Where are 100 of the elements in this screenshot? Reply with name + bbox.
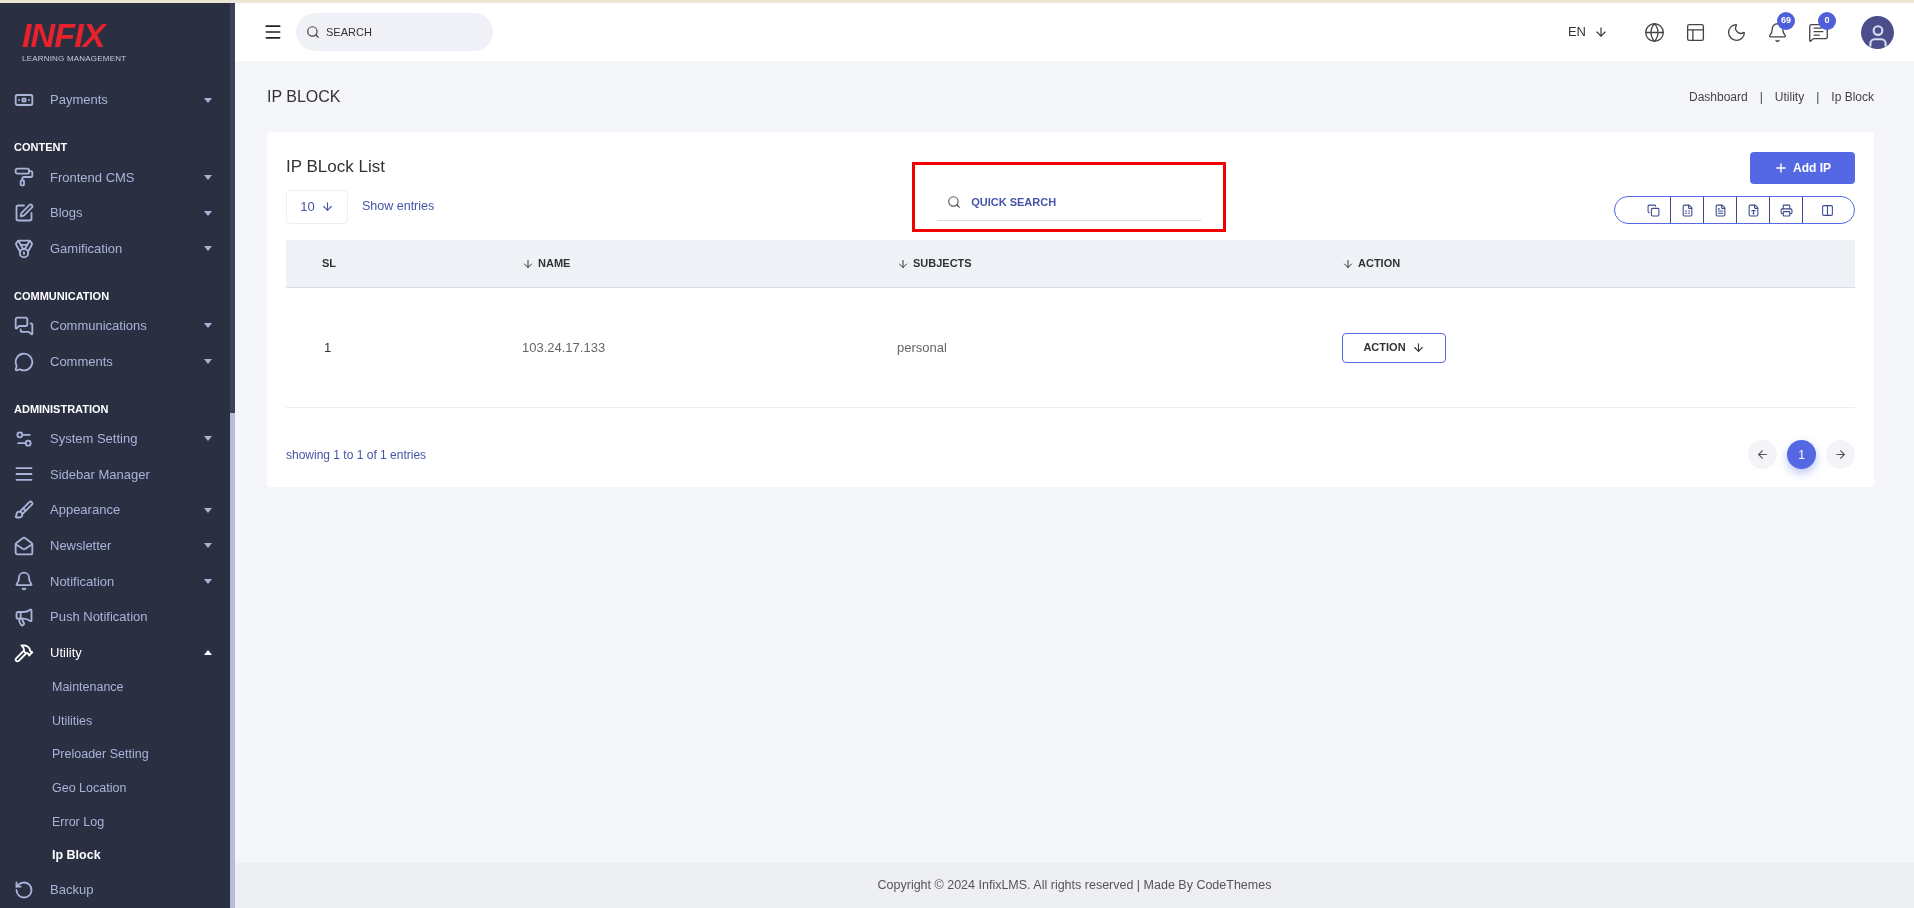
sidebar-subitem[interactable]: Error Log: [0, 805, 230, 839]
notification-badge: 69: [1777, 11, 1795, 30]
sidebar-item[interactable]: Appearance: [0, 492, 230, 528]
envelope-icon: [14, 535, 34, 556]
avatar[interactable]: [1861, 15, 1894, 49]
sidebar-item[interactable]: Blogs: [0, 195, 230, 231]
action-button[interactable]: ACTION: [1342, 332, 1446, 363]
columns-icon: [1821, 203, 1834, 217]
plus-icon: [1774, 161, 1788, 175]
column-header[interactable]: NAME: [522, 255, 571, 272]
message-icon[interactable]: [1808, 21, 1829, 43]
sidebar-item[interactable]: Payments: [0, 82, 230, 118]
sidebar-item[interactable]: Push Notification: [0, 599, 230, 635]
speech-bubble-icon: [14, 351, 34, 372]
caret-down-icon: [204, 436, 212, 442]
brush-icon: [14, 500, 34, 521]
table-cell: 103.24.17.133: [522, 339, 606, 355]
printer-icon: [1779, 203, 1793, 217]
bell-icon: [14, 571, 34, 592]
hammer-icon: [14, 642, 34, 663]
section-heading: ADMINISTRATION: [14, 401, 109, 417]
breadcrumb-link[interactable]: Ip Block: [1831, 87, 1874, 106]
sidebar-item[interactable]: Newsletter: [0, 527, 230, 564]
arrow-down-icon: [320, 200, 334, 213]
arrow-down-icon: [1411, 341, 1425, 354]
caret-up-icon: [204, 650, 212, 656]
sidebar-item[interactable]: Comments: [0, 343, 230, 380]
menu-icon[interactable]: [263, 22, 283, 42]
breadcrumb-link[interactable]: Dashboard: [1689, 87, 1748, 106]
pen-square-icon: [14, 203, 34, 224]
chat-bubbles-icon: [14, 315, 34, 336]
arrow-left-icon: [1756, 448, 1769, 461]
section-heading: COMMUNICATION: [14, 288, 110, 304]
card-title: IP BLock List: [286, 156, 386, 178]
sidebar-subitem[interactable]: Utilities: [0, 704, 230, 738]
sidebar-item[interactable]: Sidebar Manager: [0, 456, 230, 493]
paint-roller-icon: [14, 167, 34, 188]
page-title: IP BLOCK: [267, 86, 341, 107]
copy-icon: [1647, 203, 1660, 217]
caret-down-icon: [204, 543, 212, 549]
search-field[interactable]: SEARCH: [296, 13, 493, 51]
caret-down-icon: [204, 174, 212, 180]
table-cell: 1: [324, 339, 332, 355]
sort-arrow-icon: [897, 257, 909, 270]
sidebar-item[interactable]: Notification: [0, 563, 230, 600]
table-cell: personal: [897, 339, 947, 355]
page-size-select[interactable]: 10: [286, 189, 348, 224]
sidebar-item[interactable]: Backup: [0, 872, 230, 908]
sidebar-item[interactable]: Utility: [0, 634, 230, 671]
previous-page-button[interactable]: [1748, 440, 1777, 469]
caret-down-icon: [204, 323, 212, 329]
show-entries-label: Show entries: [362, 198, 435, 216]
logo-tagline: LEARNING MANAGEMENT: [22, 53, 128, 65]
document-file-icon: [1746, 203, 1760, 217]
caret-down-icon: [204, 246, 212, 252]
message-badge: 0: [1818, 11, 1836, 30]
column-header: SL: [322, 256, 337, 272]
sidebar-subitem[interactable]: Ip Block: [0, 838, 230, 873]
moon-icon[interactable]: [1726, 21, 1747, 43]
column-header[interactable]: ACTION: [1342, 255, 1401, 272]
caret-down-icon: [204, 578, 212, 584]
search-icon: [306, 25, 320, 39]
caret-down-icon: [204, 359, 212, 365]
breadcrumb-separator: |: [1816, 88, 1820, 106]
caret-down-icon: [204, 507, 212, 513]
medal-icon: [14, 238, 34, 259]
search-icon: [947, 195, 962, 209]
quick-search-field[interactable]: QUICK SEARCH: [937, 183, 1202, 221]
sort-arrow-icon: [1342, 257, 1354, 270]
column-header[interactable]: SUBJECTS: [897, 255, 972, 272]
entries-summary: showing 1 to 1 of 1 entries: [286, 446, 427, 464]
megaphone-icon: [14, 607, 34, 627]
arrow-down-icon: [1594, 25, 1608, 39]
arrow-right-icon: [1834, 448, 1847, 461]
footer-copyright: Copyright © 2024 InfixLMS. All rights reserved | Made By CodeThemes: [877, 877, 1272, 895]
undo-arrow-icon: [14, 880, 34, 901]
sidebar-item[interactable]: Communications: [0, 308, 230, 344]
add-ip-button[interactable]: Add IP: [1750, 152, 1855, 184]
logo-wordmark: INFIX: [22, 17, 108, 53]
page-button[interactable]: 1: [1787, 440, 1816, 469]
globe-icon[interactable]: [1644, 21, 1665, 43]
sidebar-item[interactable]: System Setting: [0, 421, 230, 457]
spreadsheet-file-icon: [1680, 203, 1694, 217]
scrollbar[interactable]: [230, 3, 235, 908]
bell-icon[interactable]: [1767, 21, 1788, 43]
layout-icon[interactable]: [1685, 21, 1706, 43]
sidebar-subitem[interactable]: Preloader Setting: [0, 737, 230, 772]
caret-down-icon: [204, 210, 212, 216]
caret-down-icon: [204, 97, 212, 103]
sidebar-item[interactable]: Frontend CMS: [0, 159, 230, 196]
breadcrumb-link[interactable]: Utility: [1774, 87, 1805, 106]
sidebar-item[interactable]: Gamification: [0, 230, 230, 267]
sort-arrow-icon: [522, 257, 534, 270]
breadcrumb-separator: |: [1759, 88, 1763, 106]
sidebar-subitem[interactable]: Geo Location: [0, 771, 230, 806]
language-selector[interactable]: EN: [1567, 22, 1586, 42]
next-page-button[interactable]: [1826, 440, 1855, 469]
section-heading: CONTENT: [14, 140, 68, 156]
sidebar-subitem[interactable]: Maintenance: [0, 670, 230, 705]
text-file-icon: [1713, 203, 1727, 217]
